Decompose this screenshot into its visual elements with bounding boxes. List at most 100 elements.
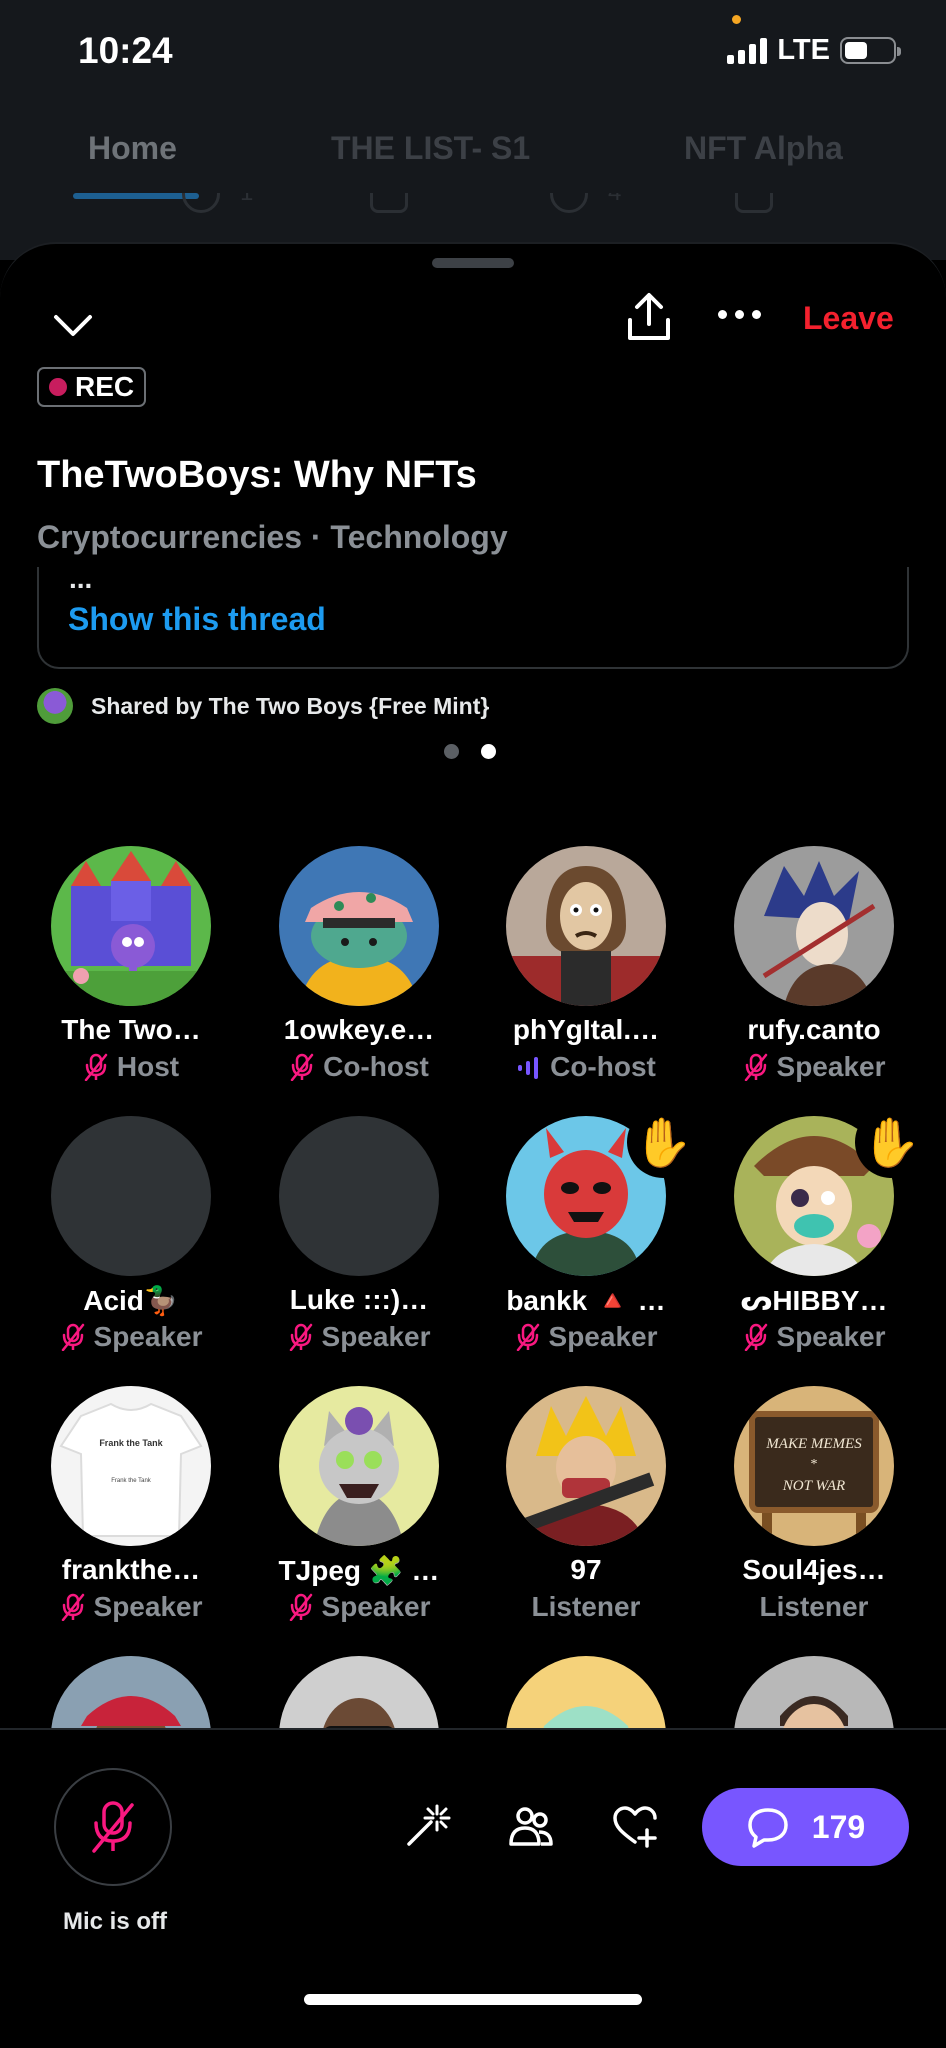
participant-name: Acid🦆 xyxy=(83,1285,179,1316)
mic-off-icon xyxy=(290,1053,314,1081)
people-icon[interactable] xyxy=(507,1802,555,1850)
role-label: Speaker xyxy=(321,1321,431,1352)
card-pager xyxy=(444,744,496,759)
space-topics: Cryptocurrencies · Technology xyxy=(37,519,508,555)
participant-name: rufy.canto xyxy=(747,1014,881,1045)
network-type: LTE xyxy=(777,34,830,66)
participant-tile[interactable]: Frank the Tank Frank the Tank frankthe… Spe… xyxy=(16,1386,246,1626)
tab-nft-alpha[interactable]: NFT Alpha xyxy=(684,130,843,167)
sheet-grabber[interactable] xyxy=(432,258,514,268)
avatar: MAKE MEMES * NOT WAR xyxy=(734,1386,894,1546)
heart-plus-icon[interactable] xyxy=(611,1802,659,1850)
magic-wand-icon[interactable] xyxy=(403,1802,451,1850)
share-icon[interactable] xyxy=(626,292,672,342)
role-label: Co-host xyxy=(323,1051,429,1082)
participant-tile[interactable] xyxy=(16,1656,246,1734)
mic-off-icon xyxy=(84,1053,108,1081)
avatar xyxy=(279,1386,439,1546)
mic-toggle-button[interactable] xyxy=(54,1768,172,1886)
like-icon xyxy=(550,193,588,213)
participant-name: The Two… xyxy=(61,1014,201,1045)
participant-name: 97 xyxy=(570,1554,602,1585)
participant-name: Luke :::)… xyxy=(289,1284,429,1315)
app-underlay: 10:24 LTE Home THE LIST- S1 NFT Alpha 1 … xyxy=(0,0,946,260)
retweet-icon xyxy=(370,193,408,213)
svg-text:NOT WAR: NOT WAR xyxy=(782,1478,845,1494)
avatar xyxy=(279,846,439,1006)
participant-name: TJpeg 🧩 … xyxy=(278,1555,440,1586)
role-label: Speaker xyxy=(93,1591,203,1622)
participant-role: Co-host xyxy=(244,1051,474,1083)
svg-text:MAKE MEMES: MAKE MEMES xyxy=(765,1436,862,1452)
mic-off-icon xyxy=(92,1801,134,1853)
participant-tile[interactable]: TJpeg 🧩 … Speaker xyxy=(244,1386,474,1626)
participant-name: Soul4jes… xyxy=(742,1554,886,1585)
svg-text:Frank the Tank: Frank the Tank xyxy=(99,1438,163,1448)
role-label: Listener xyxy=(759,1591,869,1622)
pager-dot-active[interactable] xyxy=(481,744,496,759)
participant-tile[interactable]: Acid🦆 Speaker xyxy=(16,1116,246,1356)
participant-role: Listener xyxy=(471,1591,701,1623)
status-time: 10:24 xyxy=(78,30,173,71)
participant-tile[interactable]: phYgItal.… Co-host xyxy=(471,846,701,1086)
comments-button[interactable]: 179 xyxy=(702,1788,909,1866)
avatar xyxy=(37,688,73,724)
reply-count: 1 xyxy=(240,193,253,207)
participant-tile[interactable]: MAKE MEMES * NOT WAR Soul4jes… Listener xyxy=(699,1386,929,1626)
truncated-text: ... xyxy=(69,563,93,594)
participant-tile[interactable]: 97 Listener xyxy=(471,1386,701,1626)
role-label: Listener xyxy=(531,1591,641,1622)
share-icon xyxy=(735,193,773,213)
svg-text:Frank the Tank: Frank the Tank xyxy=(111,1478,152,1484)
more-options-icon[interactable] xyxy=(718,310,761,319)
chevron-down-icon[interactable] xyxy=(52,304,94,346)
space-title: TheTwoBoys: Why NFTs xyxy=(37,454,477,496)
tab-home[interactable]: Home xyxy=(88,130,177,167)
avatar xyxy=(506,1386,666,1546)
participant-tile[interactable] xyxy=(699,1656,929,1734)
signal-icon xyxy=(727,37,768,64)
recording-label: REC xyxy=(75,371,135,402)
show-thread-link[interactable]: Show this thread xyxy=(68,601,326,638)
role-label: Speaker xyxy=(776,1051,886,1082)
comment-icon xyxy=(748,1808,788,1848)
participant-role: Speaker xyxy=(244,1591,474,1623)
tweet-actions-underlay: 1 4 xyxy=(0,193,946,233)
mic-off-icon xyxy=(289,1323,312,1351)
participant-name: bankk 🔺 … xyxy=(506,1285,666,1316)
like-count: 4 xyxy=(608,193,621,207)
mic-off-icon xyxy=(516,1323,539,1351)
mic-off-icon xyxy=(61,1593,84,1621)
role-label: Speaker xyxy=(93,1321,203,1352)
avatar xyxy=(506,1656,666,1734)
shared-by-row[interactable]: Shared by The Two Boys {Free Mint} xyxy=(37,688,489,724)
role-label: Host xyxy=(116,1051,180,1082)
tab-the-list[interactable]: THE LIST- S1 xyxy=(331,130,530,167)
participant-tile[interactable]: rufy.canto Speaker xyxy=(699,846,929,1086)
recording-badge: REC xyxy=(37,367,147,407)
speaking-icon xyxy=(518,1057,539,1079)
participant-name: frankthe… xyxy=(61,1554,201,1585)
avatar: Frank the Tank Frank the Tank xyxy=(51,1386,211,1546)
participant-tile[interactable]: Luke :::)…Speaker xyxy=(244,1116,474,1356)
mic-off-icon xyxy=(744,1323,767,1351)
role-label: Speaker xyxy=(321,1591,431,1622)
participant-role: Listener xyxy=(699,1591,929,1623)
mic-off-icon xyxy=(744,1053,767,1081)
role-label: Speaker xyxy=(548,1321,658,1352)
pinned-tweet-card[interactable]: ... Show this thread xyxy=(37,563,909,669)
home-indicator[interactable] xyxy=(304,1994,642,2005)
participant-tile[interactable] xyxy=(244,1656,474,1734)
participant-tile[interactable]: The Two… Host xyxy=(16,846,246,1086)
role-label: Co-host xyxy=(550,1051,656,1082)
participant-name: ᔕHIBBY… xyxy=(740,1285,888,1316)
mic-status-label: Mic is off xyxy=(62,1908,167,1935)
leave-button[interactable]: Leave xyxy=(803,300,894,337)
avatar xyxy=(734,846,894,1006)
participant-tile[interactable]: ✋ ᔕHIBBY… Speaker xyxy=(699,1106,929,1356)
participant-tile[interactable]: 1owkey.e… Co-host xyxy=(244,846,474,1086)
pager-dot[interactable] xyxy=(444,744,459,759)
participant-tile[interactable] xyxy=(471,1656,701,1734)
battery-icon xyxy=(840,37,901,64)
participant-tile[interactable]: ✋ bankk 🔺 … Speaker xyxy=(471,1106,701,1356)
